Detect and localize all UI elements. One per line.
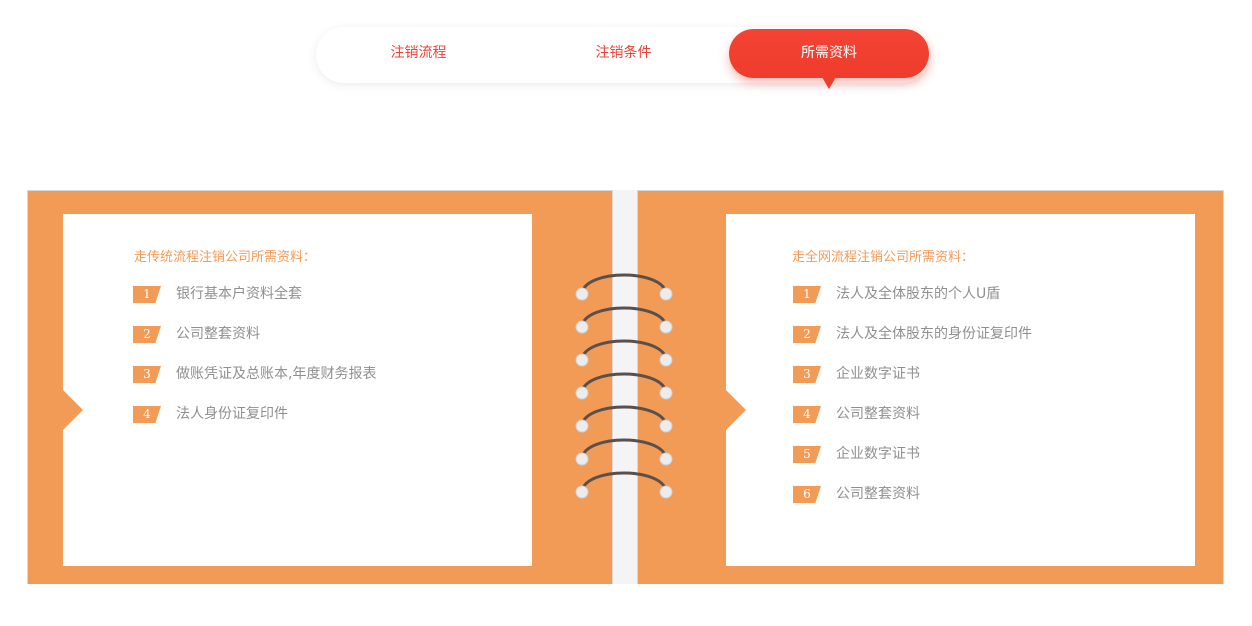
number-badge: 1 [793,286,821,303]
active-tab-pointer-icon [822,77,836,89]
number-badge: 4 [133,406,161,423]
list-item-text: 法人及全体股东的身份证复印件 [836,326,1032,342]
number-badge: 4 [793,406,821,423]
binder-rings [575,273,673,499]
binder-ring-icon [575,438,673,466]
list-item-text: 公司整套资料 [836,406,920,422]
list-item-text: 公司整套资料 [176,326,260,342]
binder-ring-icon [575,405,673,433]
page: 注销流程 注销条件 所需资料 走传统流程注销公司所需资料： 1 银行基本户资料全… [0,0,1252,626]
list-item-text: 银行基本户资料全套 [176,286,302,302]
tab-cancellation-conditions[interactable]: 注销条件 [521,27,726,83]
binder-ring-icon [575,306,673,334]
tab-required-documents[interactable]: 所需资料 [729,29,929,89]
left-panel-title: 走传统流程注销公司所需资料： [134,250,317,265]
number-badge: 3 [133,366,161,383]
number-badge: 6 [793,486,821,503]
number-badge: 1 [133,286,161,303]
number-badge: 2 [133,326,161,343]
number-badge: 2 [793,326,821,343]
list-item-text: 企业数字证书 [836,446,920,462]
right-panel-title: 走全网流程注销公司所需资料： [792,250,975,265]
left-notebook-panel: 走传统流程注销公司所需资料： 1 银行基本户资料全套 2 公司整套资料 3 做账… [27,190,613,584]
list-item-text: 法人身份证复印件 [176,406,288,422]
right-page-notch-icon [726,390,746,430]
list-item-text: 企业数字证书 [836,366,920,382]
binder-ring-icon [575,471,673,499]
tab-cancellation-process[interactable]: 注销流程 [316,27,521,83]
right-notebook-page: 走全网流程注销公司所需资料： 1 法人及全体股东的个人U盾 2 法人及全体股东的… [726,214,1195,566]
tab-bar: 注销流程 注销条件 所需资料 [316,27,930,89]
number-badge: 5 [793,446,821,463]
left-notebook-page: 走传统流程注销公司所需资料： 1 银行基本户资料全套 2 公司整套资料 3 做账… [63,214,532,566]
list-item-text: 公司整套资料 [836,486,920,502]
list-item-text: 做账凭证及总账本,年度财务报表 [176,366,377,382]
binder-ring-icon [575,339,673,367]
right-notebook-panel: 走全网流程注销公司所需资料： 1 法人及全体股东的个人U盾 2 法人及全体股东的… [637,190,1224,584]
number-badge: 3 [793,366,821,383]
binder-ring-icon [575,273,673,301]
tab-required-documents-label: 所需资料 [801,45,857,61]
list-item-text: 法人及全体股东的个人U盾 [836,286,1001,302]
binder-ring-icon [575,372,673,400]
left-page-notch-icon [63,390,83,430]
